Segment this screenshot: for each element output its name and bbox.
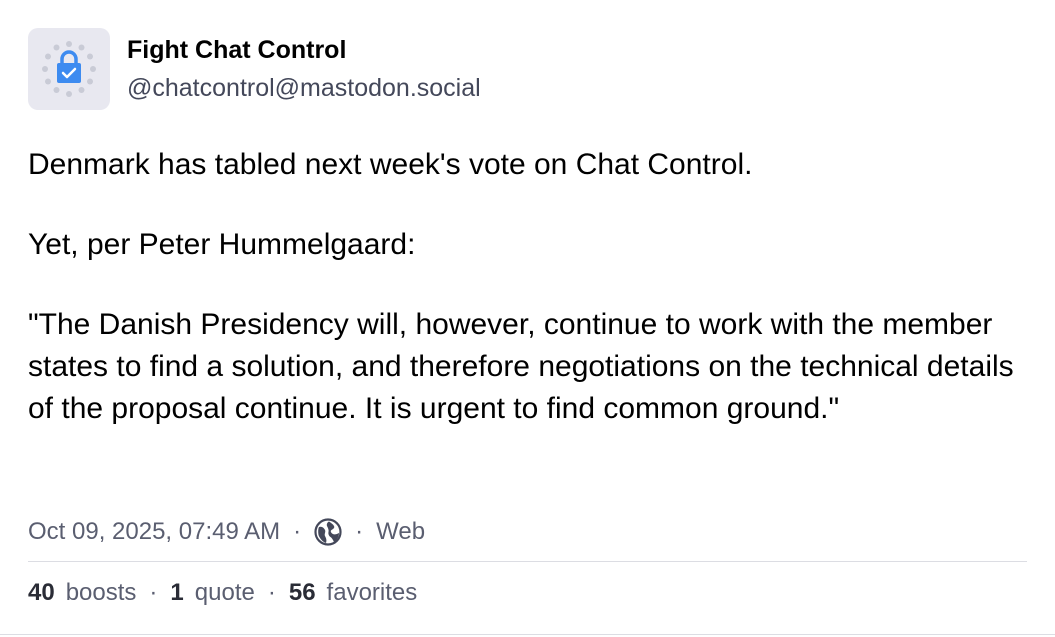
post-meta: Oct 09, 2025, 07:49 AM · · Web: [28, 516, 425, 548]
post-detail: Fight Chat Control @chatcontrol@mastodon…: [28, 28, 1028, 606]
meta-separator: ·: [355, 518, 364, 545]
favorites-count: 56: [288, 579, 316, 606]
post-header: Fight Chat Control @chatcontrol@mastodon…: [28, 28, 1027, 110]
stats-separator: ·: [267, 579, 276, 606]
account-handle[interactable]: @chatcontrol@mastodon.social: [127, 73, 481, 103]
stats-divider: [28, 561, 1027, 562]
post-stats: 40 boosts · 1 quote · 56 favorites: [28, 577, 417, 609]
favorites-stat[interactable]: 56 favorites: [289, 579, 417, 607]
globe-icon: [314, 518, 342, 546]
stats-separator: ·: [149, 579, 158, 606]
post-paragraph: Yet, per Peter Hummelgaard:: [28, 228, 416, 261]
boosts-label: boosts: [65, 579, 137, 606]
avatar[interactable]: [28, 28, 110, 110]
post-paragraph: Denmark has tabled next week's vote on C…: [28, 148, 753, 181]
post-timestamp[interactable]: Oct 09, 2025, 07:49 AM: [28, 518, 280, 546]
quote-count: 1: [170, 579, 184, 606]
padlock-eu-stars-icon: [42, 41, 96, 97]
boosts-count: 40: [28, 579, 55, 606]
account-names: Fight Chat Control @chatcontrol@mastodon…: [127, 35, 481, 103]
display-name[interactable]: Fight Chat Control: [127, 35, 481, 65]
bottom-divider: [0, 634, 1055, 635]
post-paragraph: "The Danish Presidency will, however, co…: [28, 308, 1014, 425]
post-content: Denmark has tabled next week's vote on C…: [28, 144, 1028, 430]
boosts-stat[interactable]: 40 boosts: [28, 579, 136, 607]
meta-separator: ·: [293, 518, 302, 545]
quote-stat[interactable]: 1 quote: [170, 579, 254, 607]
favorites-label: favorites: [326, 579, 418, 606]
post-client: Web: [376, 518, 426, 545]
quote-label: quote: [194, 579, 255, 606]
